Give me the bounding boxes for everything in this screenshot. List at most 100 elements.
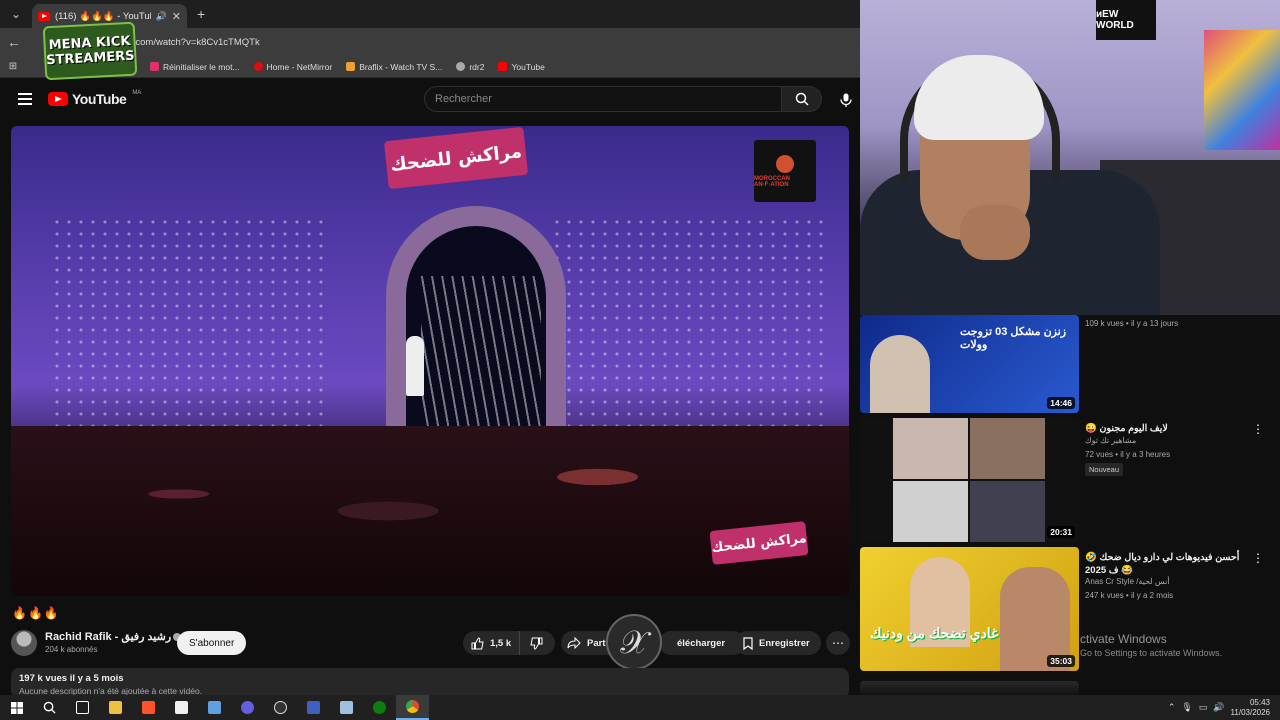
wall-sign: ᴎEW WORLD	[1096, 0, 1156, 40]
search-icon[interactable]	[33, 695, 66, 720]
microphone-icon[interactable]	[834, 88, 858, 112]
thumbs-down-icon	[530, 637, 543, 650]
reco-item[interactable]: 20:31 😜 لايف اليوم مجنون مشاهير تك توك 7…	[860, 418, 1280, 544]
app-icon[interactable]	[198, 695, 231, 720]
reco-channel[interactable]: Anas Cr Style /أنس لحية	[1085, 577, 1170, 586]
bookmark-item[interactable]: Réinitialiser le mot...	[150, 62, 240, 72]
search-icon	[795, 92, 809, 106]
video-thumbnail[interactable]	[860, 681, 1079, 695]
reco-meta: 247 k vues • il y a 2 mois	[1085, 591, 1174, 600]
video-player[interactable]: مراكش للضحك مراكش للضحك MOROCCAN AN·F·AT…	[11, 126, 849, 596]
youtube-icon	[498, 62, 508, 71]
microphone-icon[interactable]: 🎙	[1181, 702, 1192, 713]
new-tab-icon[interactable]: +	[197, 6, 205, 22]
clock[interactable]: 05:43 11/03/2026	[1231, 698, 1270, 718]
bookmark-item[interactable]: Braflix - Watch TV S...	[346, 62, 442, 72]
new-badge: Nouveau	[1085, 463, 1124, 476]
x-logo-overlay-icon: 𝒳	[606, 614, 662, 670]
dislike-button[interactable]	[520, 637, 553, 650]
tab-search-icon[interactable]: ⌄	[4, 4, 28, 24]
braflix-icon	[346, 62, 356, 71]
search-button[interactable]	[782, 86, 822, 112]
show-sign: مراكش للضحك	[383, 126, 529, 190]
task-view-icon[interactable]	[66, 695, 99, 720]
search-input[interactable]: Rechercher	[424, 86, 782, 112]
system-tray: ⌃ 🎙 ▭ 🔊 05:43 11/03/2026	[1168, 695, 1270, 720]
wall-poster	[1204, 30, 1280, 150]
bookmark-item[interactable]: rdr2	[456, 62, 484, 72]
views-and-date: 197 k vues il y a 5 mois	[19, 673, 124, 684]
app-icon[interactable]	[330, 695, 363, 720]
channel-row: Rachid Rafik - رشيد رفيق 204 k abonnés S…	[11, 628, 850, 658]
stage-lights	[551, 216, 831, 436]
app-icon[interactable]	[231, 695, 264, 720]
streamer-webcam: ᴎEW WORLD	[860, 0, 1280, 315]
windows-start-icon[interactable]	[0, 695, 33, 720]
channel-avatar[interactable]	[11, 630, 37, 656]
video-thumbnail[interactable]: غادي تضحك من ودنيك 35:03	[860, 547, 1079, 671]
description-box[interactable]: 197 k vues il y a 5 mois Aucune descript…	[11, 668, 849, 698]
more-options-icon[interactable]: ⋮	[1252, 422, 1264, 436]
subscribe-button[interactable]: S'abonner	[177, 631, 247, 655]
reco-meta: 109 k vues • il y a 13 jours	[1085, 319, 1179, 328]
subscriber-count: 204 k abonnés	[45, 645, 98, 654]
duration-badge: 20:31	[1047, 526, 1075, 538]
like-dislike-group: 1,5 k	[463, 631, 555, 655]
like-button[interactable]: 1,5 k	[463, 631, 521, 655]
screen: ⌄ (116) 🔥🔥🔥 - YouTube 🔊 ✕ + ← s.com/watc…	[0, 0, 1280, 720]
app-icon[interactable]	[297, 695, 330, 720]
windows-taskbar: ⌃ 🎙 ▭ 🔊 05:43 11/03/2026	[0, 695, 1280, 720]
chevron-up-icon[interactable]: ⌃	[1168, 702, 1176, 713]
stage-lights	[51, 216, 331, 436]
close-tab-icon[interactable]: ✕	[172, 10, 181, 23]
video-thumbnail[interactable]: زنزن مشكل 03 تزوجت وولات 14:46	[860, 315, 1079, 413]
beanie	[914, 55, 1044, 140]
bookmark-icon	[743, 636, 753, 650]
video-title: 🔥🔥🔥	[12, 606, 60, 620]
globe-icon	[456, 62, 466, 71]
reco-title[interactable]: أحسن فيديوهات لي دازو ديال ضحك 🤣😂 ف 2025	[1085, 551, 1245, 577]
back-arrow-icon[interactable]: ←	[0, 34, 28, 50]
person-figure	[870, 335, 930, 413]
duration-badge: 14:46	[1047, 397, 1075, 409]
youtube-header: YouTube MA Rechercher	[0, 80, 860, 118]
performer	[406, 336, 424, 396]
menu-icon[interactable]	[18, 93, 32, 105]
bookmark-item[interactable]: YouTube	[498, 62, 545, 72]
channel-name[interactable]: Rachid Rafik - رشيد رفيق	[45, 630, 182, 643]
apps-grid-icon[interactable]: ⊞	[0, 61, 26, 72]
xbox-icon[interactable]	[363, 695, 396, 720]
reco-meta: 72 vues • il y a 3 heures	[1085, 450, 1171, 459]
instagram-icon	[150, 62, 159, 71]
url-field[interactable]: s.com/watch?v=k8Cv1cTMQTk	[128, 37, 260, 48]
store-icon[interactable]	[165, 695, 198, 720]
activate-windows-watermark: ctivate Windows Go to Settings to activa…	[1080, 632, 1223, 658]
youtube-play-icon	[48, 92, 68, 106]
reco-title[interactable]: 😜 لايف اليوم مجنون	[1085, 422, 1245, 435]
video-thumbnail[interactable]: 20:31	[860, 418, 1079, 542]
thumbs-up-icon	[471, 636, 484, 649]
audience	[11, 426, 849, 596]
audio-icon[interactable]: 🔊	[156, 11, 167, 22]
tab-title: (116) 🔥🔥🔥 - YouTube	[55, 10, 151, 22]
youtube-logo[interactable]: YouTube MA	[48, 90, 141, 107]
download-button[interactable]: élécharger	[659, 631, 745, 655]
netmirror-icon	[253, 62, 263, 71]
reco-item[interactable]: زنزن مشكل 03 تزوجت وولات 14:46 109 k vue…	[860, 315, 1280, 415]
brave-browser-icon[interactable]	[132, 695, 165, 720]
network-icon[interactable]: ▭	[1199, 702, 1208, 713]
chrome-icon[interactable]	[396, 695, 429, 720]
save-button[interactable]: Enregistrer	[735, 631, 821, 655]
streamer-hand	[960, 205, 1030, 260]
share-icon	[567, 637, 581, 649]
file-explorer-icon[interactable]	[99, 695, 132, 720]
bookmark-item[interactable]: Home - NetMirror	[253, 62, 332, 72]
more-options-icon[interactable]: ⋮	[1252, 551, 1264, 565]
stream-overlay-logo: MENA KICK STREAMERS	[42, 21, 138, 81]
volume-icon[interactable]: 🔊	[1213, 702, 1224, 713]
more-actions-icon[interactable]: ⋯	[826, 631, 850, 655]
reco-channel[interactable]: مشاهير تك توك	[1085, 436, 1136, 445]
duration-badge: 35:03	[1047, 655, 1075, 667]
obs-icon[interactable]	[264, 695, 297, 720]
reco-item[interactable]	[860, 681, 1280, 695]
